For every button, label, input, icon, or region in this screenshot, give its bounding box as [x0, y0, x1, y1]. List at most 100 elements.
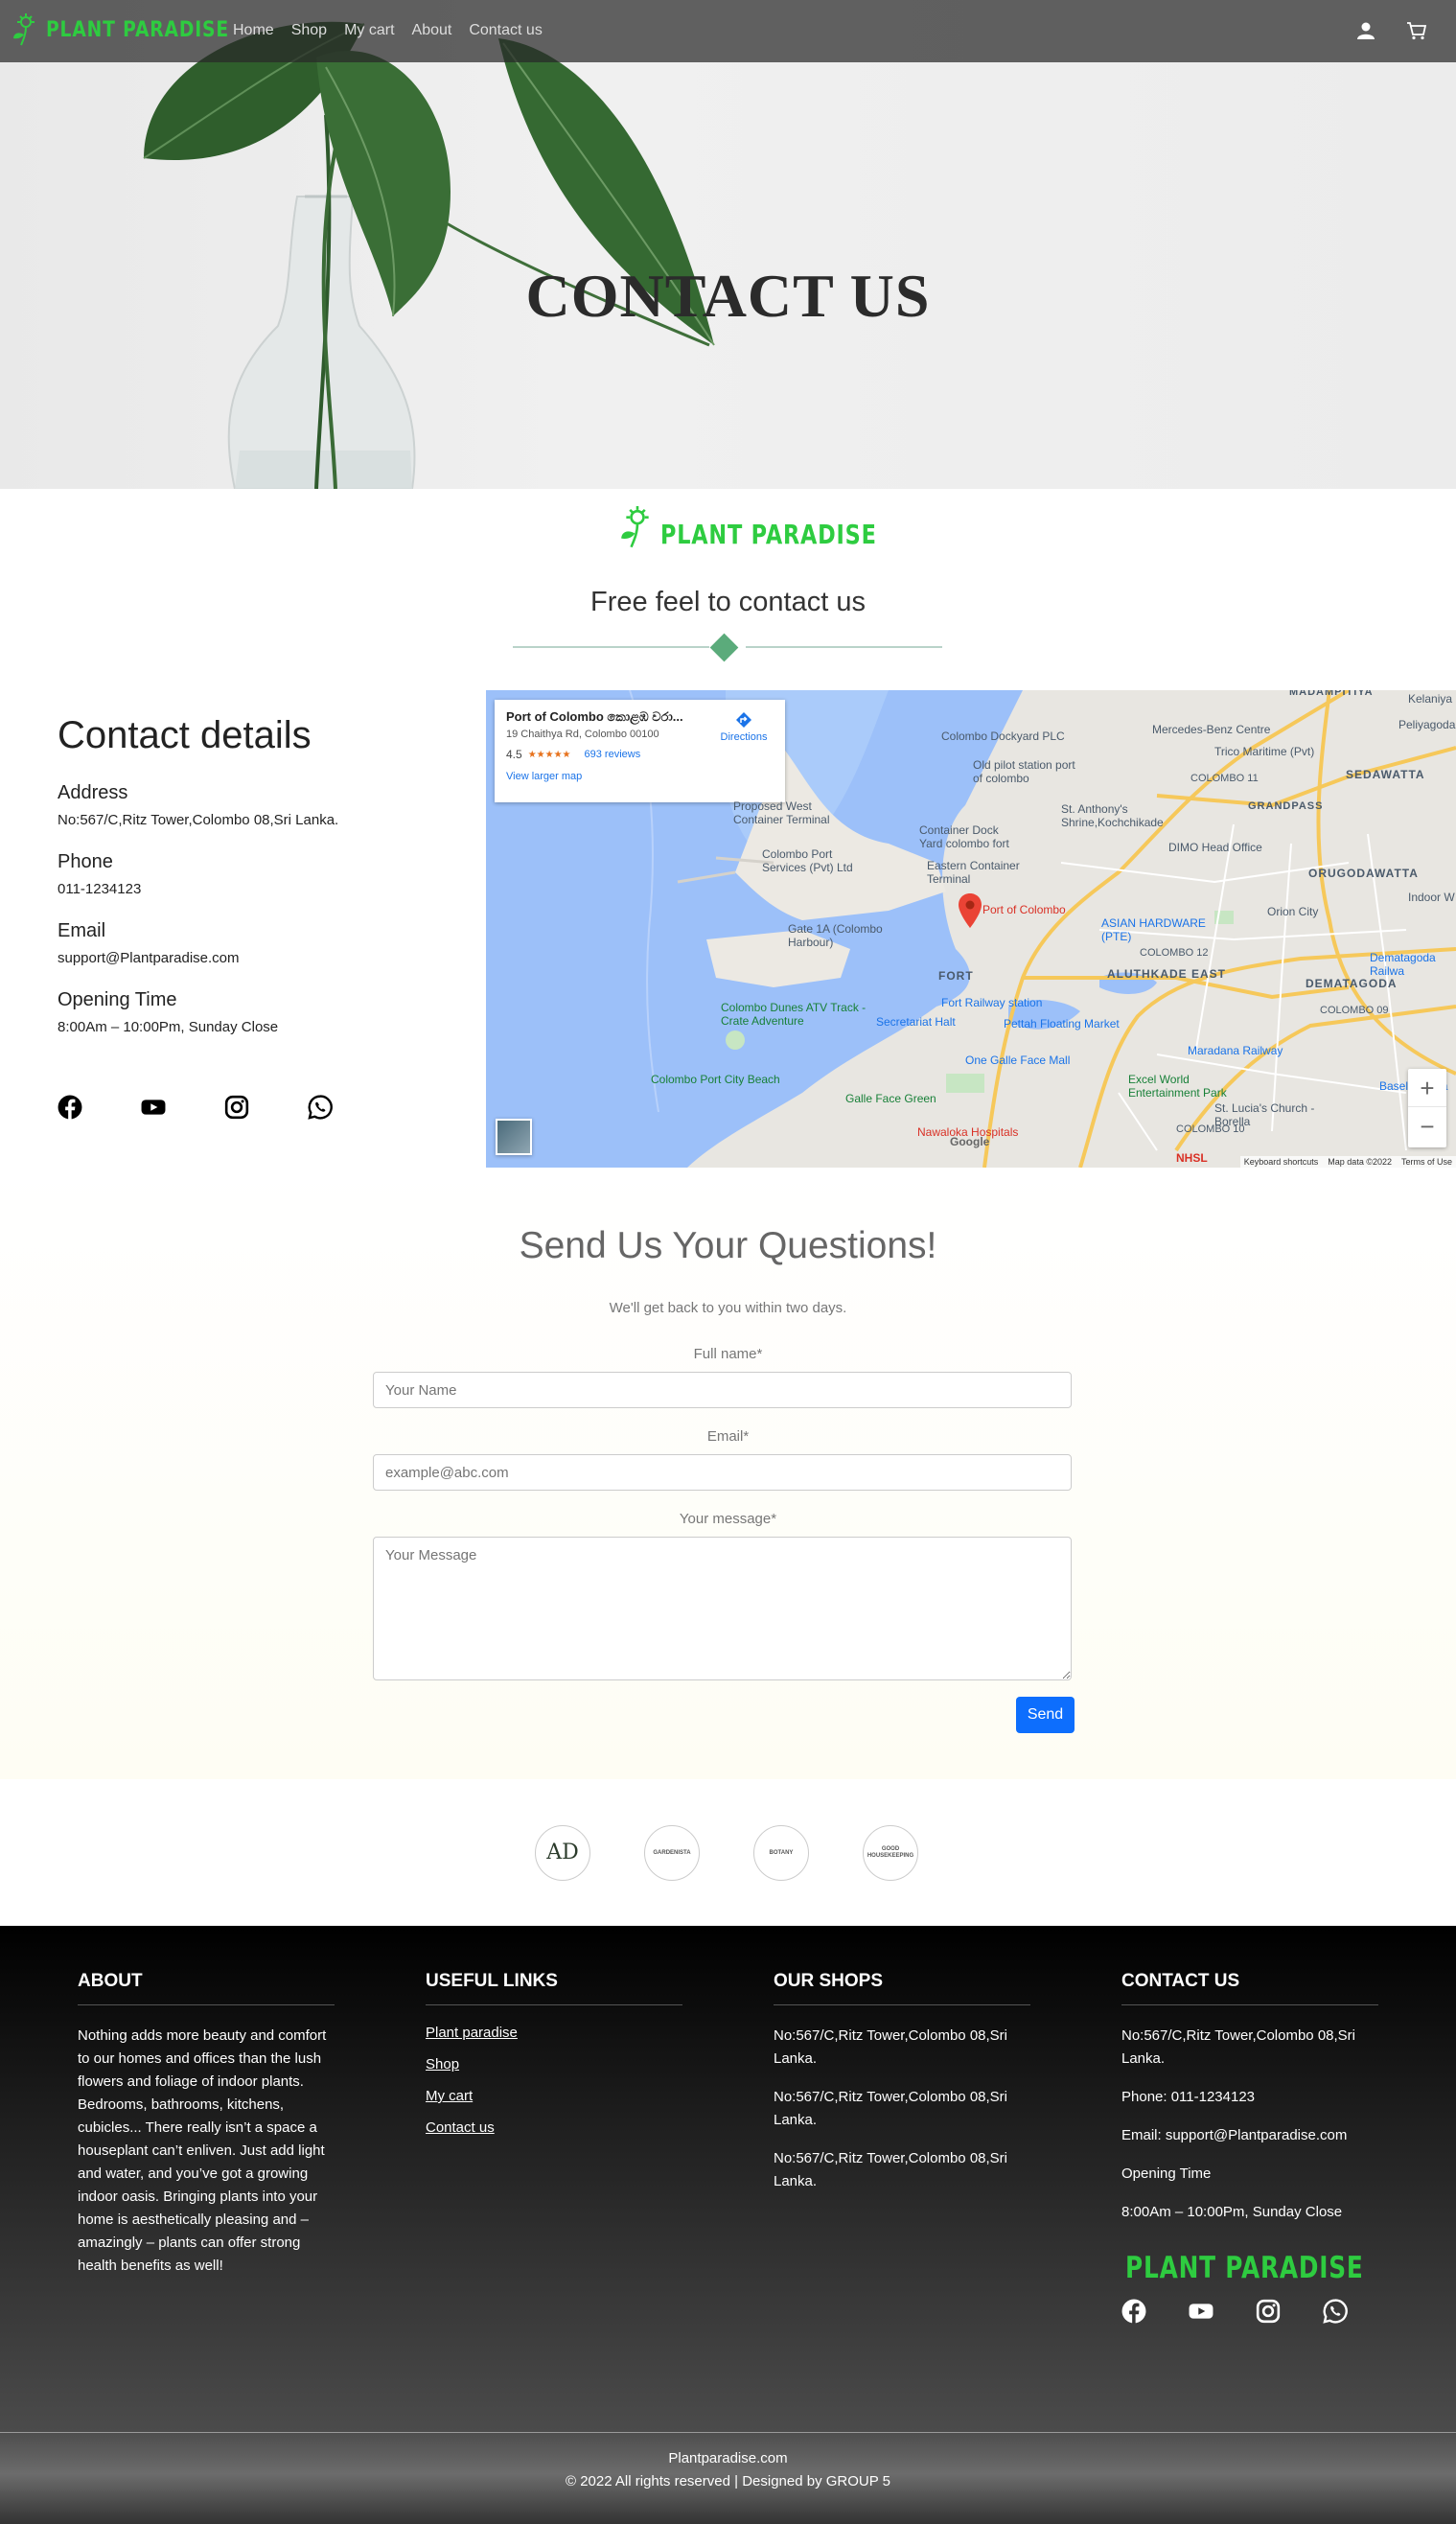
brand-logo[interactable]: PLANT PARADISE — [12, 13, 262, 46]
footer-about: ABOUT Nothing adds more beauty and comfo… — [78, 1971, 335, 2293]
divider-left — [513, 646, 709, 648]
whatsapp-icon[interactable] — [308, 1095, 333, 1120]
plant-logo-icon — [13, 13, 35, 46]
map-label: FORT — [938, 969, 974, 983]
nav-menu: Home Shop My cart About Contact us — [233, 22, 543, 39]
map-label: Old pilot station port of colombo — [973, 758, 1075, 785]
facebook-icon[interactable] — [1121, 2299, 1146, 2324]
nav-home[interactable]: Home — [233, 22, 274, 39]
intro-brand-logo: PLANT PARADISE — [618, 503, 931, 550]
partner-logo-ad: AD — [535, 1825, 590, 1881]
nav-about[interactable]: About — [412, 22, 452, 39]
questions-title: Send Us Your Questions! — [519, 1225, 937, 1266]
footer-contact-phone: Phone: 011-1234123 — [1121, 2089, 1256, 2105]
map-label: Gate 1A (Colombo Harbour) — [788, 922, 883, 949]
contact-social-links — [58, 1095, 333, 1120]
footer-contact-email: Email: support@Plantparadise.com — [1121, 2127, 1348, 2143]
footer-links-title: USEFUL LINKS — [426, 1971, 682, 2005]
footer-brand-logo: PLANT PARADISE — [1121, 2237, 1378, 2285]
map-label: Port of Colombo — [982, 903, 1066, 916]
page-title: CONTACT US — [525, 262, 931, 330]
map-label: Galle Face Green — [845, 1092, 936, 1105]
footer-link-contact-us[interactable]: Contact us — [426, 2119, 682, 2136]
map-label: ALUTHKADE EAST — [1107, 967, 1226, 981]
google-map[interactable]: Port of Colombo කොළඹ වරා... 19 Chaithya … — [486, 690, 1456, 1168]
youtube-icon[interactable] — [141, 1095, 166, 1120]
footer-shops-title: OUR SHOPS — [774, 1971, 1030, 2005]
instagram-icon[interactable] — [1256, 2299, 1281, 2324]
partner-logos: AD GARDENISTA BOTANY GOOD HOUSEKEEPING — [0, 1779, 1456, 1926]
email-label: Email — [58, 920, 106, 941]
email-input[interactable] — [373, 1454, 1072, 1491]
nav-my-cart[interactable]: My cart — [344, 22, 394, 39]
map-label: Trico Maritime (Pvt) — [1214, 745, 1315, 758]
map-label: GRANDPASS — [1248, 800, 1324, 812]
map-location-pin-icon[interactable] — [958, 893, 982, 928]
map-label: Colombo Port Services (Pvt) Ltd — [762, 847, 853, 874]
footer-about-text: Nothing adds more beauty and comfort to … — [78, 2027, 327, 2274]
map-label: NHSL — [1176, 1151, 1208, 1165]
map-label: Maradana Railway — [1188, 1044, 1283, 1057]
map-label: Pettah Floating Market — [1004, 1017, 1120, 1030]
zoom-out-button[interactable]: − — [1408, 1107, 1446, 1146]
instagram-icon[interactable] — [224, 1095, 249, 1120]
top-navbar: PLANT PARADISE Home Shop My cart About C… — [0, 0, 1456, 62]
map-label: Peliyagoda — [1398, 718, 1456, 731]
footer-our-shops: OUR SHOPS No:567/C,Ritz Tower,Colombo 08… — [774, 1971, 1030, 2209]
youtube-icon[interactable] — [1189, 2299, 1213, 2324]
plant-logo-icon — [621, 505, 649, 547]
map-satellite-toggle[interactable] — [496, 1119, 532, 1155]
map-label: DIMO Head Office — [1168, 841, 1262, 854]
phone-label: Phone — [58, 851, 113, 872]
zoom-in-button[interactable]: + — [1408, 1069, 1446, 1107]
footer-link-my-cart[interactable]: My cart — [426, 2088, 682, 2104]
footer-contact-us: CONTACT US No:567/C,Ritz Tower,Colombo 0… — [1121, 1971, 1378, 2324]
partner-logo-text: GARDENISTA — [653, 1849, 691, 1856]
site-footer: ABOUT Nothing adds more beauty and comfo… — [0, 1926, 1456, 2432]
map-label: Eastern Container Terminal — [927, 859, 1020, 886]
map-label: Colombo Port City Beach — [651, 1073, 780, 1086]
map-label: Fort Railway station — [941, 996, 1043, 1009]
divider-diamond — [709, 633, 739, 662]
partner-logo-good-housekeeping: GOOD HOUSEKEEPING — [863, 1825, 918, 1881]
nav-icons — [1356, 21, 1427, 40]
full-name-input[interactable] — [373, 1372, 1072, 1408]
message-label: Your message* — [679, 1511, 777, 1527]
map-label: One Galle Face Mall — [965, 1054, 1071, 1067]
footer-social-links — [1121, 2299, 1378, 2324]
footer-link-plant-paradise[interactable]: Plant paradise — [426, 2025, 682, 2041]
phone-value: 011-1234123 — [58, 881, 142, 897]
nav-shop[interactable]: Shop — [291, 22, 327, 39]
map-label: COLOMBO 10 — [1176, 1123, 1245, 1135]
questions-section: Send Us Your Questions! We'll get back t… — [0, 1168, 1456, 1779]
opening-time-label: Opening Time — [58, 989, 177, 1010]
copyright-bar: Plantparadise.com © 2022 All rights rese… — [0, 2432, 1456, 2524]
whatsapp-icon[interactable] — [1323, 2299, 1348, 2324]
map-label: Indoor W — [1408, 891, 1455, 904]
user-icon[interactable] — [1356, 21, 1375, 40]
map-label: Dematagoda Railwa — [1370, 951, 1436, 978]
map-keyboard-shortcuts[interactable]: Keyboard shortcuts — [1244, 1157, 1319, 1167]
footer-contact-title: CONTACT US — [1121, 1971, 1378, 2005]
cart-icon[interactable] — [1406, 21, 1427, 40]
email-label: Email* — [706, 1428, 750, 1445]
contact-details-heading: Contact details — [58, 714, 312, 756]
map-label: Mercedes-Benz Centre — [1152, 723, 1271, 736]
email-value: support@Plantparadise.com — [58, 950, 240, 966]
map-terms-link[interactable]: Terms of Use — [1401, 1157, 1452, 1167]
footer-link-shop[interactable]: Shop — [426, 2056, 682, 2072]
footer-useful-links: USEFUL LINKS Plant paradise Shop My cart… — [426, 1971, 682, 2151]
send-button[interactable]: Send — [1016, 1697, 1075, 1733]
intro-subtitle: Free feel to contact us — [590, 587, 866, 617]
message-textarea[interactable] — [373, 1537, 1072, 1680]
divider-right — [746, 646, 942, 648]
map-label: ASIAN HARDWARE (PTE) — [1101, 916, 1206, 943]
map-zoom-controls: + − — [1408, 1069, 1446, 1147]
footer-shop-address: No:567/C,Ritz Tower,Colombo 08,Sri Lanka… — [774, 2150, 1007, 2189]
brand-name: PLANT PARADISE — [46, 17, 229, 42]
facebook-icon[interactable] — [58, 1095, 82, 1120]
copyright-site: Plantparadise.com — [668, 2450, 788, 2466]
map-label: Proposed West Container Terminal — [733, 799, 830, 826]
copyright-text: © 2022 All rights reserved | Designed by… — [565, 2473, 890, 2489]
nav-contact-us[interactable]: Contact us — [469, 22, 542, 39]
